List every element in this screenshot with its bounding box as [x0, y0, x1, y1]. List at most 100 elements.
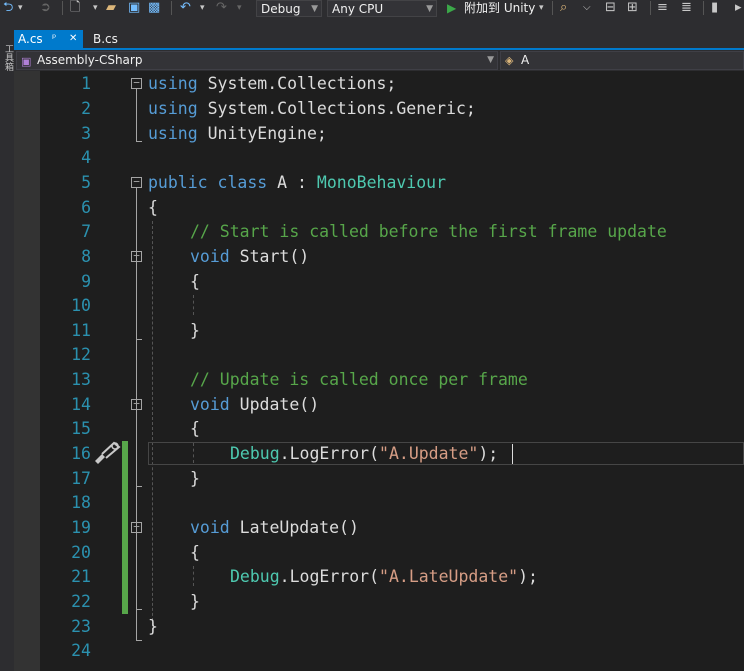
collapse-usings-icon[interactable]: −: [131, 77, 142, 89]
line-number: 18: [71, 493, 91, 512]
code-line-23: }: [148, 614, 744, 639]
brace: }: [190, 469, 200, 488]
code-line-15: {: [190, 416, 744, 441]
pin-icon[interactable]: ᵖ: [52, 30, 56, 48]
comment-lines-icon[interactable]: ≡: [657, 0, 668, 16]
edit-and-continue-icon[interactable]: [92, 441, 122, 465]
find-in-files-icon[interactable]: ⌕: [560, 0, 567, 16]
navigation-bar: ▣ Assembly-CSharp ▼ ◈ A: [14, 50, 744, 71]
change-indicator: [122, 441, 128, 466]
tab-label: A.cs: [18, 32, 43, 46]
separator: [171, 1, 172, 15]
collapse-lateupdate-icon[interactable]: −: [131, 521, 142, 533]
line-number: 2: [81, 99, 91, 118]
namespace: UnityEngine;: [197, 124, 327, 143]
line-number: 6: [81, 198, 91, 217]
type-name: A: [521, 53, 530, 67]
project-dropdown[interactable]: ▣ Assembly-CSharp ▼: [16, 51, 498, 70]
tab-a-cs[interactable]: A.cs ᵖ ✕: [14, 30, 83, 48]
toolbox-tab[interactable]: 工具箱: [1, 44, 13, 71]
code-line-3: using UnityEngine;: [148, 121, 744, 146]
chevron-down-icon: ▼: [487, 55, 494, 65]
method-name: Start(): [229, 247, 310, 266]
comment: // Start is called before the first fram…: [190, 222, 667, 241]
redo-dropdown-icon[interactable]: ▾: [237, 0, 242, 16]
method-name: Update(): [229, 395, 320, 414]
line-number: 3: [81, 124, 91, 143]
namespace: System.Collections;: [197, 74, 397, 93]
solution-explorer-icon[interactable]: ⊟: [605, 0, 616, 16]
code-line-22: }: [190, 589, 744, 614]
line-number: 14: [71, 395, 91, 414]
keyword: using: [148, 124, 198, 143]
glyph-margin[interactable]: [14, 71, 40, 671]
brace: }: [148, 617, 158, 636]
platform-select[interactable]: Any CPU ▼: [327, 0, 437, 17]
configuration-select[interactable]: Debug ▼: [256, 0, 322, 17]
more-icon[interactable]: ▸: [735, 0, 742, 16]
line-number: 1: [81, 74, 91, 93]
play-icon[interactable]: ▶: [447, 0, 456, 16]
code-line-13: // Update is called once per frame: [190, 367, 744, 392]
toolbar: ⮌ ▾ ➲ 🗋 ▾ ▰ ▣ ▩ ↶ ▾ ↷ ▾ Debug ▼ Any CPU …: [0, 0, 744, 30]
brace: }: [190, 592, 200, 611]
new-item-icon[interactable]: 🗋: [70, 0, 80, 16]
code-line-8: void Start(): [190, 244, 744, 269]
line-number: 9: [81, 272, 91, 291]
method-name: LateUpdate(): [229, 518, 359, 537]
comment: // Update is called once per frame: [190, 370, 528, 389]
attach-unity-button[interactable]: 附加到 Unity: [464, 0, 535, 16]
open-folder-icon[interactable]: ▰: [106, 0, 116, 16]
chevron-down-icon: ▼: [426, 4, 433, 14]
back-icon[interactable]: ⮌: [3, 0, 13, 16]
bookmark-icon[interactable]: ▮: [711, 0, 718, 16]
redo-icon[interactable]: ↷: [216, 0, 227, 16]
statement-end: );: [518, 567, 538, 586]
collapse-start-icon[interactable]: −: [131, 250, 142, 262]
line-number: 22: [71, 592, 91, 611]
back-dropdown-icon[interactable]: ▾: [18, 0, 23, 16]
keyword: void: [190, 518, 230, 537]
platform-value: Any CPU: [332, 2, 384, 16]
uncomment-lines-icon[interactable]: ≣: [681, 0, 692, 16]
collapse-class-icon[interactable]: −: [131, 176, 142, 188]
configuration-value: Debug: [261, 2, 301, 16]
brace: {: [190, 419, 200, 438]
tab-b-cs[interactable]: B.cs: [89, 30, 129, 48]
find-dropdown-icon[interactable]: ⌵: [583, 0, 591, 16]
indent-guide: [193, 566, 194, 586]
base-class: MonoBehaviour: [306, 173, 447, 192]
project-name: Assembly-CSharp: [37, 53, 143, 67]
attach-dropdown-icon[interactable]: ▾: [539, 0, 544, 16]
code-line-21: Debug.LogError("A.LateUpdate");: [230, 564, 744, 589]
class-name: A :: [267, 173, 307, 192]
outline-end: [136, 609, 142, 610]
close-icon[interactable]: ✕: [69, 30, 77, 48]
string-literal: "A.LateUpdate": [379, 567, 519, 586]
collapse-update-icon[interactable]: −: [131, 398, 142, 410]
save-all-icon[interactable]: ▩: [148, 0, 160, 16]
type-dropdown[interactable]: ◈ A: [500, 51, 744, 70]
undo-icon[interactable]: ↶: [180, 0, 191, 16]
code-line-7: // Start is called before the first fram…: [190, 219, 744, 244]
keyword: using: [148, 74, 198, 93]
brace: {: [148, 198, 158, 217]
new-item-dropdown-icon[interactable]: ▾: [93, 0, 98, 16]
undo-dropdown-icon[interactable]: ▾: [200, 0, 205, 16]
namespace: System.Collections.Generic;: [197, 99, 476, 118]
separator: [703, 1, 704, 15]
string-literal: "A.Update": [379, 444, 479, 463]
outline-end: [136, 486, 142, 487]
tab-label: B.cs: [93, 32, 118, 46]
line-number: 23: [71, 617, 91, 636]
properties-icon[interactable]: ⊞: [627, 0, 638, 16]
document-tabs: A.cs ᵖ ✕ B.cs: [14, 30, 744, 48]
method-call: .LogError(: [279, 444, 380, 463]
code-line-14: void Update(): [190, 392, 744, 417]
line-number: 8: [81, 247, 91, 266]
line-number: 21: [71, 567, 91, 586]
save-icon[interactable]: ▣: [128, 0, 140, 16]
code-line-19: void LateUpdate(): [190, 515, 744, 540]
code-editor[interactable]: 1 2 3 4 5 6 7 8 9 10 11 12 13 14 15 16 1…: [14, 71, 744, 671]
forward-icon[interactable]: ➲: [40, 0, 51, 16]
